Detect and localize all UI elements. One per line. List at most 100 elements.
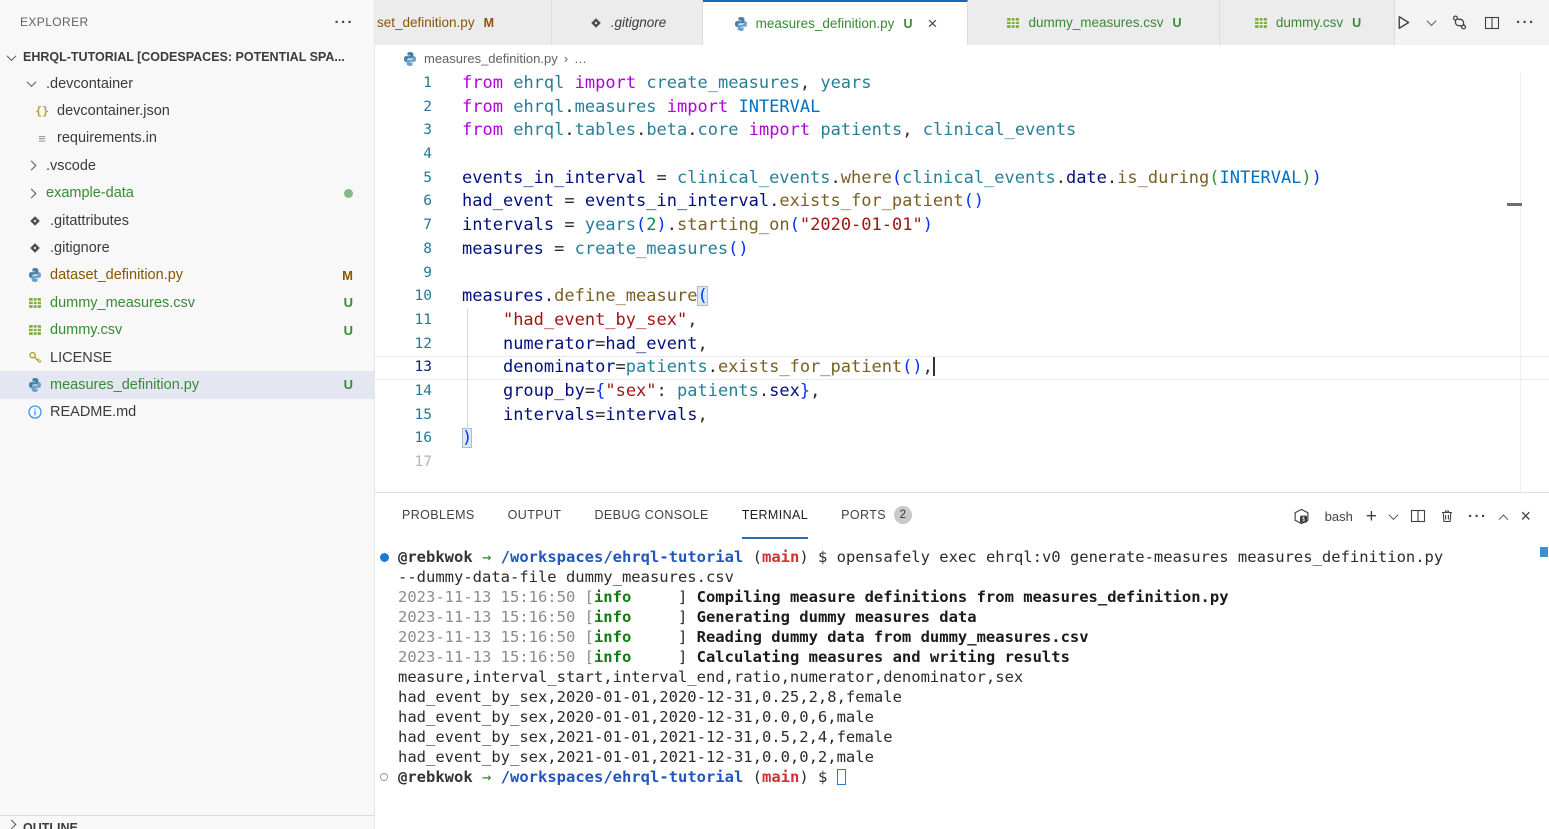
sidebar-item-requirements-in[interactable]: ≡requirements.in: [0, 125, 374, 152]
close-icon[interactable]: ×: [1520, 507, 1531, 525]
chevron-down-icon[interactable]: [1428, 19, 1435, 26]
tab-measures-definition-py[interactable]: measures_definition.pyU×: [703, 0, 968, 45]
command-decoration-filled[interactable]: [375, 547, 398, 567]
panel-tab-label: OUTPUT: [508, 508, 562, 522]
code-line-8[interactable]: 8measures = create_measures(): [375, 238, 1549, 262]
sidebar-item-dummy-csv[interactable]: dummy.csvU: [0, 317, 374, 344]
terminal-token: had_event_by_sex,2021-01-01,2021-12-31,0…: [398, 748, 874, 766]
explorer-header: EXPLORER ···: [0, 0, 374, 44]
tab-set-definition-py[interactable]: set_definition.pyM: [375, 0, 552, 45]
code-token: define_measure: [554, 286, 697, 306]
sidebar-item--vscode[interactable]: .vscode: [0, 152, 374, 179]
panel-tab-debug-console[interactable]: DEBUG CONSOLE: [594, 493, 708, 539]
terminal-gutter: [375, 587, 398, 607]
sidebar-item-devcontainer-json[interactable]: {}devcontainer.json: [0, 97, 374, 124]
explorer-more-icon[interactable]: ···: [335, 14, 355, 31]
code-editor[interactable]: 1from ehrql import create_measures, year…: [375, 72, 1549, 492]
breadcrumb-more[interactable]: …: [574, 51, 587, 66]
terminal-token: had_event_by_sex,2020-01-01,2020-12-31,0…: [398, 708, 874, 726]
panel-tab-terminal[interactable]: TERMINAL: [742, 493, 808, 539]
sidebar-item-example-data[interactable]: example-data: [0, 180, 374, 207]
workspace-section-header[interactable]: EHRQL-TUTORIAL [CODESPACES: POTENTIAL SP…: [0, 44, 374, 70]
git-diamond-icon: [27, 240, 43, 256]
tab--gitignore[interactable]: .gitignore: [552, 0, 703, 45]
code-token: ): [1312, 168, 1322, 188]
code-token: had_event: [462, 191, 554, 211]
code-token: =: [595, 334, 605, 354]
sidebar-item-readme-md[interactable]: README.md: [0, 399, 374, 426]
code-line-4[interactable]: 4: [375, 143, 1549, 167]
run-icon[interactable]: [1395, 14, 1412, 31]
panel-tab-ports[interactable]: PORTS2: [841, 493, 912, 539]
workspace-title: EHRQL-TUTORIAL [CODESPACES: POTENTIAL SP…: [23, 50, 345, 64]
terminal-gutter: [375, 647, 398, 667]
code-line-3[interactable]: 3from ehrql.tables.beta.core import pati…: [375, 119, 1549, 143]
code-token: .: [830, 168, 840, 188]
code-token: numerator: [503, 334, 595, 354]
sidebar-item-license[interactable]: LICENSE: [0, 344, 374, 371]
chevron-up-icon[interactable]: [1500, 513, 1507, 520]
code-line-17[interactable]: 17: [375, 451, 1549, 475]
code-line-12[interactable]: 12 numerator=had_event,: [375, 333, 1549, 357]
code-line-6[interactable]: 6had_event = events_in_interval.exists_f…: [375, 190, 1549, 214]
terminal-token: 2023-11-13 15:16:50 [: [398, 608, 594, 626]
line-number: 14: [375, 380, 432, 404]
panel-tab-label: DEBUG CONSOLE: [594, 508, 708, 522]
line-number: 4: [375, 143, 432, 167]
terminal-token: ]: [631, 608, 696, 626]
sidebar-item-dummy-measures-csv[interactable]: dummy_measures.csvU: [0, 289, 374, 316]
ports-count-badge: 2: [894, 506, 912, 524]
tab-dummy-measures-csv[interactable]: dummy_measures.csvU: [968, 0, 1220, 45]
breadcrumb[interactable]: measures_definition.py › …: [375, 45, 1549, 72]
file-label: dummy_measures.csv: [50, 295, 195, 311]
code-token: had_event: [605, 334, 697, 354]
code-line-15[interactable]: 15 intervals=intervals,: [375, 404, 1549, 428]
terminal-text: 2023-11-13 15:16:50 [info ] Calculating …: [398, 647, 1070, 667]
code-line-9[interactable]: 9: [375, 262, 1549, 286]
panel-tab-output[interactable]: OUTPUT: [508, 493, 562, 539]
tab-label: .gitignore: [611, 15, 667, 30]
code-token: [462, 334, 503, 354]
split-terminal-icon[interactable]: [1410, 508, 1426, 524]
code-line-16[interactable]: 16): [375, 427, 1549, 451]
trash-icon[interactable]: [1439, 508, 1455, 524]
outline-section-header[interactable]: OUTLINE: [0, 815, 374, 829]
command-decoration-hollow[interactable]: [375, 767, 398, 787]
more-icon[interactable]: ···: [1516, 14, 1536, 31]
code-line-14[interactable]: 14 group_by={"sex": patients.sex},: [375, 380, 1549, 404]
terminal-line: 2023-11-13 15:16:50 [info ] Calculating …: [375, 647, 1549, 667]
sidebar-item-dataset-definition-py[interactable]: dataset_definition.pyM: [0, 262, 374, 289]
tab-dummy-csv[interactable]: dummy.csvU: [1220, 0, 1395, 45]
terminal-scrollbar-decoration: [1540, 547, 1548, 557]
terminal-token: info: [594, 628, 631, 646]
open-changes-icon[interactable]: [1451, 14, 1468, 31]
sidebar-item--gitattributes[interactable]: .gitattributes: [0, 207, 374, 234]
breadcrumb-file[interactable]: measures_definition.py: [424, 51, 558, 66]
code-line-2[interactable]: 2from ehrql.measures import INTERVAL: [375, 96, 1549, 120]
text-cursor: [933, 357, 935, 376]
code-line-5[interactable]: 5events_in_interval = clinical_events.wh…: [375, 167, 1549, 191]
terminal-text: 2023-11-13 15:16:50 [info ] Reading dumm…: [398, 627, 1089, 647]
code-line-1[interactable]: 1from ehrql import create_measures, year…: [375, 72, 1549, 96]
panel-tab-problems[interactable]: PROBLEMS: [402, 493, 475, 539]
code-token: [503, 73, 513, 93]
file-label: LICENSE: [50, 350, 112, 366]
more-icon[interactable]: ···: [1468, 508, 1488, 525]
code-line-7[interactable]: 7intervals = years(2).starting_on("2020-…: [375, 214, 1549, 238]
code-token: ): [923, 215, 933, 235]
sidebar-item--gitignore[interactable]: .gitignore: [0, 234, 374, 261]
close-icon[interactable]: ×: [927, 15, 937, 32]
terminal-output[interactable]: @rebkwok → /workspaces/ehrql-tutorial (m…: [375, 539, 1549, 787]
terminal-token: @rebkwok: [398, 548, 473, 566]
split-editor-icon[interactable]: [1484, 15, 1500, 31]
code-line-11[interactable]: 11 "had_event_by_sex",: [375, 309, 1549, 333]
sidebar-item--devcontainer[interactable]: .devcontainer: [0, 70, 374, 97]
code-token: }: [800, 381, 810, 401]
code-token: .: [708, 357, 718, 377]
chevron-down-icon[interactable]: [1390, 513, 1397, 520]
shell-label[interactable]: bash: [1325, 509, 1353, 524]
code-line-13[interactable]: 13 denominator=patients.exists_for_patie…: [375, 356, 1549, 380]
code-line-10[interactable]: 10measures.define_measure(: [375, 285, 1549, 309]
sidebar-item-measures-definition-py[interactable]: measures_definition.pyU: [0, 371, 374, 398]
add-icon[interactable]: +: [1366, 507, 1377, 526]
